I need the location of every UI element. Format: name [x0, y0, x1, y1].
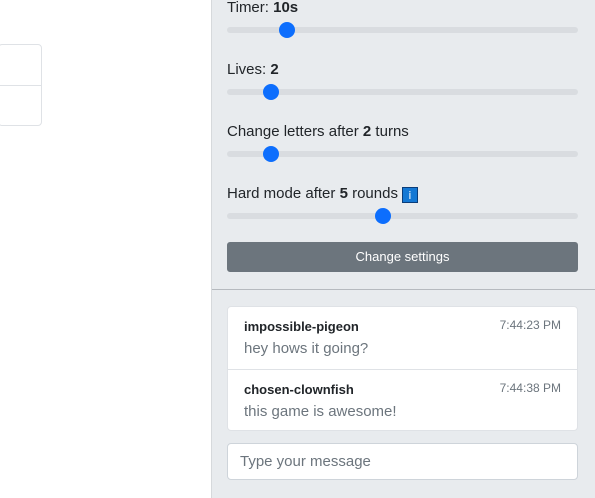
message-timestamp: 7:44:23 PM [499, 318, 561, 332]
left-card-divider [0, 85, 41, 86]
timer-label: Timer: 10s [227, 0, 579, 17]
timer-label-text: Timer: [227, 0, 274, 16]
timer-setting: Timer: 10s [227, 0, 579, 38]
message-username: chosen-clownfish [244, 382, 354, 397]
hard-mode-setting: Hard mode after 5 rounds i [227, 185, 579, 224]
lives-label: Lives: 2 [227, 61, 579, 79]
chat-messages: impossible-pigeon 7:44:23 PM hey hows it… [227, 306, 578, 431]
info-icon[interactable]: i [401, 187, 418, 203]
timer-value: 10s [273, 0, 299, 16]
message-text: hey hows it going? [244, 340, 369, 357]
change-settings-button[interactable]: Change settings [227, 242, 578, 272]
hard-mode-slider[interactable] [227, 208, 578, 224]
change-letters-label: Change letters after 2 turns [227, 123, 579, 141]
settings-panel: Timer: 10s Lives: 2 Change letters after… [211, 0, 595, 498]
change-letters-setting: Change letters after 2 turns [227, 123, 579, 162]
timer-slider-thumb[interactable] [278, 22, 295, 38]
change-letters-suffix: turns [371, 123, 409, 140]
lives-value: 2 [270, 61, 279, 78]
hard-mode-suffix: rounds [347, 185, 398, 202]
message-timestamp: 7:44:38 PM [499, 381, 561, 395]
lives-slider-thumb[interactable] [262, 84, 279, 100]
panel-divider [212, 289, 595, 290]
message-username: impossible-pigeon [244, 319, 359, 334]
chat-message-input[interactable] [227, 443, 578, 480]
hard-mode-value: 5 [339, 185, 348, 202]
change-letters-slider[interactable] [227, 146, 578, 162]
lives-setting: Lives: 2 [227, 61, 579, 100]
lives-label-text: Lives: [227, 61, 271, 78]
change-letters-slider-thumb[interactable] [262, 146, 279, 162]
hard-mode-prefix: Hard mode after [227, 185, 340, 202]
change-letters-prefix: Change letters after [227, 123, 363, 140]
chat-message: impossible-pigeon 7:44:23 PM hey hows it… [228, 307, 577, 369]
timer-slider[interactable] [227, 22, 578, 38]
chat-message: chosen-clownfish 7:44:38 PM this game is… [228, 369, 577, 432]
message-text: this game is awesome! [244, 403, 397, 420]
change-letters-value: 2 [362, 123, 372, 140]
hard-mode-slider-thumb[interactable] [375, 208, 392, 224]
lives-slider[interactable] [227, 84, 578, 100]
left-card [0, 44, 42, 126]
hard-mode-label: Hard mode after 5 rounds i [227, 185, 579, 203]
